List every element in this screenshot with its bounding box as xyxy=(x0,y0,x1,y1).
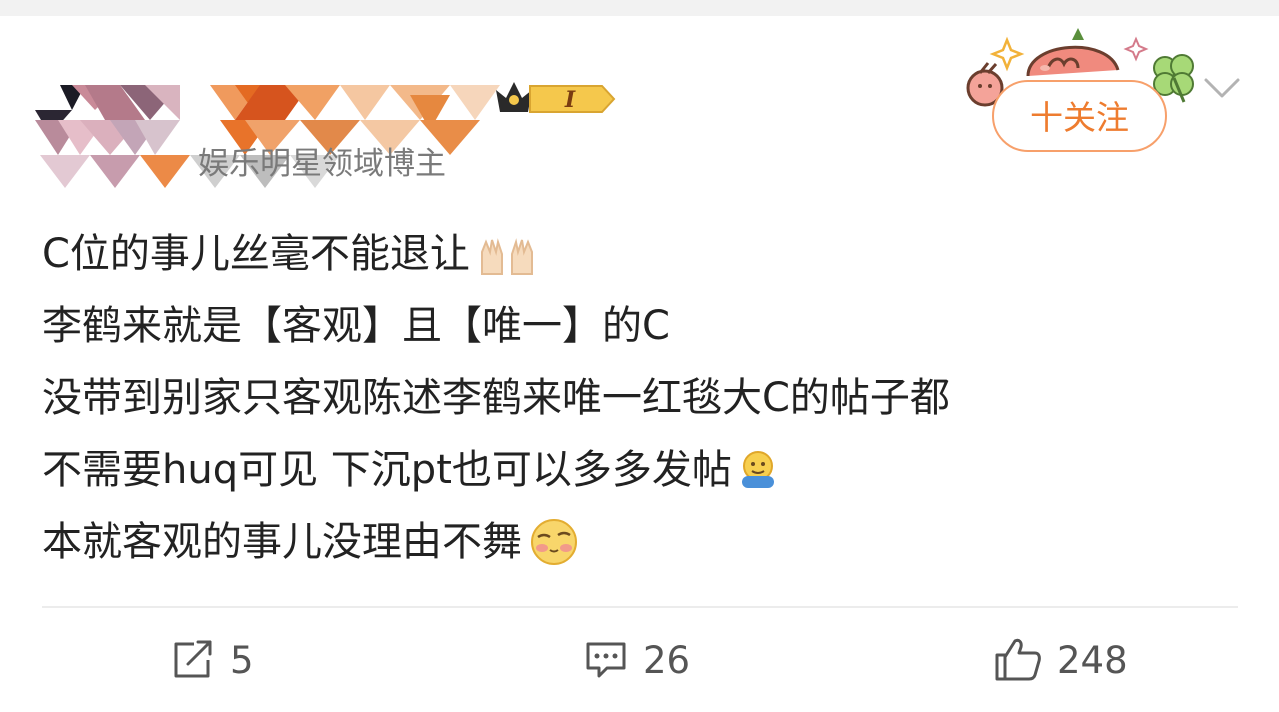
post-line: 没带到别家只客观陈述李鹤来唯一红毯大C的帖子都 xyxy=(42,362,1242,434)
repost-count: 5 xyxy=(230,638,254,682)
like-count: 248 xyxy=(1057,638,1128,682)
comment-count: 26 xyxy=(643,638,691,682)
post-content: C位的事儿丝毫不能退让 李鹤来就是【客观】且【唯一】的C 没带到别家只客观陈述李… xyxy=(42,218,1242,578)
comment-icon xyxy=(586,642,626,678)
hug-emoji xyxy=(741,451,774,488)
repost-icon xyxy=(174,640,212,678)
post-line: 不需要huq可见 下沉pt也可以多多发帖 xyxy=(42,434,1242,506)
follow-button[interactable]: 十关注 xyxy=(992,80,1167,152)
post-line-text: 李鹤来就是【客观】且【唯一】的C xyxy=(42,303,670,349)
level-badge: I xyxy=(496,82,616,113)
top-strip xyxy=(0,0,1279,16)
repost-button[interactable]: 5 xyxy=(170,632,254,688)
like-button[interactable]: 248 xyxy=(993,632,1128,688)
post-line: C位的事儿丝毫不能退让 xyxy=(42,218,1242,290)
post-line: 李鹤来就是【客观】且【唯一】的C xyxy=(42,290,1242,362)
badge-label: I xyxy=(564,87,576,113)
post-line-text: 不需要huq可见 下沉pt也可以多多发帖 xyxy=(42,447,732,493)
chevron-down-icon[interactable] xyxy=(1200,72,1244,104)
post-line-text: C位的事儿丝毫不能退让 xyxy=(42,231,470,277)
divider xyxy=(42,606,1238,608)
thumbs-up-icon xyxy=(995,638,1041,681)
comment-button[interactable]: 26 xyxy=(583,632,690,688)
post-line: 本就客观的事儿没理由不舞 xyxy=(42,506,1242,578)
shy-smile-emoji xyxy=(531,519,577,565)
verification-label: 娱乐明星领域博主 xyxy=(198,146,446,182)
post-line-text: 本就客观的事儿没理由不舞 xyxy=(42,519,522,565)
raised-hands-emoji xyxy=(480,238,533,275)
post-line-text: 没带到别家只客观陈述李鹤来唯一红毯大C的帖子都 xyxy=(42,375,950,421)
